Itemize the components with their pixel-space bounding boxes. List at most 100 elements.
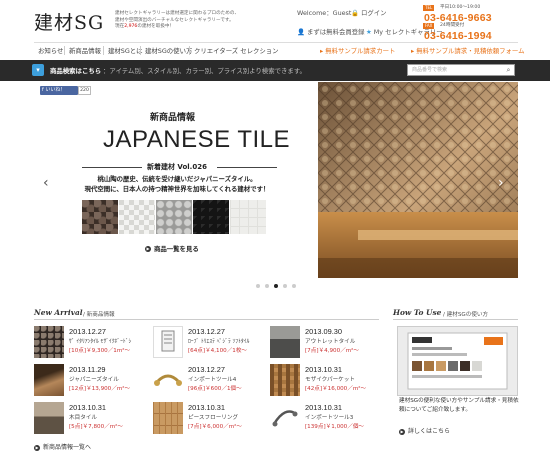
product-date: 2013.11.29: [69, 365, 106, 374]
product-price: [139点]￥1,000／個〜: [305, 424, 365, 430]
tel-block[interactable]: TEL 平日10:00〜19:00 03-6416-9663: [423, 4, 517, 24]
tile-swatch-white[interactable]: [119, 200, 155, 234]
document-icon: [161, 330, 175, 352]
product-name: 木目タイル: [69, 415, 97, 421]
product-price: [64点]￥4,100／1枚〜: [188, 348, 248, 354]
how-to-use-banner[interactable]: [397, 326, 518, 396]
tile-swatch-ivory[interactable]: [230, 200, 266, 234]
handle-icon: [272, 410, 298, 427]
product-date: 2013.10.31: [69, 403, 106, 412]
product-thumbnail: [153, 402, 183, 434]
guide-illustration: [407, 332, 508, 390]
product-date: 2013.10.31: [305, 365, 342, 374]
product-name: ｻﾞ ｲﾀﾘｱﾝﾀｲﾙ ﾓｻﾞｲｸﾎﾞｰﾄﾞｼ: [69, 339, 132, 345]
arrow-right-icon: ▶: [34, 444, 40, 451]
product-thumbnail: [153, 364, 183, 396]
tile-swatch-black[interactable]: [193, 200, 229, 234]
slide-dot[interactable]: [256, 284, 260, 288]
chevron-right-icon: ▸: [320, 47, 324, 55]
tile-swatch-brown[interactable]: [82, 200, 118, 234]
register-link[interactable]: 👤 まずは無料会員登録: [297, 27, 365, 36]
search-input[interactable]: 商品番号で検索: [407, 64, 515, 76]
sample-cart-link[interactable]: ▸ 無料サンプル請求カート: [320, 46, 395, 55]
product-price: [12点]￥13,900／m²〜: [69, 386, 131, 392]
product-item[interactable]: 2013.10.31 インポートツール3 [139点]￥1,000／個〜: [270, 402, 380, 436]
product-name: ピースフローリング: [188, 415, 239, 421]
new-arrival-more-link[interactable]: ▶ 新商品情報一覧へ: [34, 442, 91, 451]
slide-dot[interactable]: [283, 284, 287, 288]
chevron-down-icon[interactable]: ▾: [32, 64, 44, 76]
nav-item-howto[interactable]: 建材SGの使い方: [145, 46, 192, 55]
product-item[interactable]: 2013.12.27 ｻﾞ ｲﾀﾘｱﾝﾀｲﾙ ﾓｻﾞｲｸﾎﾞｰﾄﾞｼ [10点]…: [34, 326, 144, 360]
user-icon: 👤: [297, 28, 305, 36]
product-item[interactable]: 2013.10.31 モザイクパーケット [42点]￥16,000／m²〜: [270, 364, 380, 398]
product-item[interactable]: 2013.10.31 木目タイル [5点]￥7,800／m²〜: [34, 402, 144, 436]
thumbs-up-icon: f: [42, 87, 44, 93]
product-item[interactable]: 2013.11.29 ジャパニーズタイル [12点]￥13,900／m²〜: [34, 364, 144, 398]
hero-more-link[interactable]: ▶ 商品一覧を見る: [145, 244, 199, 253]
product-item[interactable]: 2013.12.27 インポートツール4 [96点]￥600／1個〜: [153, 364, 263, 398]
fax-block[interactable]: FAX 24時間受付 03-6416-1994: [423, 22, 517, 42]
slide-dot[interactable]: [292, 284, 296, 288]
product-price: [42点]￥16,000／m²〜: [305, 386, 367, 392]
product-name: ﾛｰﾌﾞ ﾄﾘｴｽﾃ ﾍﾟｼﾞﾗ ｿﾌﾄﾀｲﾙ: [188, 339, 250, 345]
hero-volume: 新着建材 Vol.026: [147, 163, 207, 171]
product-name: インポートツール3: [305, 415, 354, 421]
how-to-use-title: How To Use: [393, 308, 442, 317]
sample-form-label: 無料サンプル請求・見積依頼フォーム: [416, 47, 525, 55]
facebook-like-button[interactable]: f いいね！: [40, 86, 78, 95]
like-count: 220: [78, 86, 91, 95]
divider: [82, 167, 142, 168]
how-to-use-subtitle: / 建材SGの使い方: [443, 312, 489, 318]
product-price: [7点]￥4,900／m²〜: [305, 348, 360, 354]
nav-item-new-products[interactable]: 新商品情報: [69, 46, 101, 55]
nav-item-news[interactable]: お知らせ: [38, 46, 63, 55]
sample-form-link[interactable]: ▸ 無料サンプル請求・見積依頼フォーム: [411, 46, 525, 55]
hero-photo: [318, 82, 518, 278]
welcome-text: Welcome：Guest: [297, 9, 352, 17]
product-thumbnail: [270, 326, 300, 358]
product-date: 2013.09.30: [305, 327, 342, 336]
tel-tag: TEL: [423, 5, 435, 11]
product-date: 2013.12.27: [188, 365, 225, 374]
product-date: 2013.10.31: [305, 403, 342, 412]
slide-dot-active[interactable]: [274, 284, 278, 288]
hero-description: 桃山陶の歴史、伝統を受け継いだジャパニーズタイル。 現代空間に、日本人の持つ精神…: [72, 174, 282, 194]
product-thumbnail: [153, 326, 183, 358]
nav-item-about[interactable]: 建材SGとは: [108, 46, 143, 55]
product-thumbnail: [270, 402, 300, 434]
fax-tag: FAX: [423, 23, 435, 29]
hero-more-label: 商品一覧を見る: [154, 245, 199, 253]
nav-divider: [189, 46, 190, 55]
fax-number: 03-6416-1994: [424, 30, 492, 42]
product-item[interactable]: 2013.10.31 ピースフローリング [7点]￥6,000／m²〜: [153, 402, 263, 436]
search-description: ：アイテム別、スタイル別、カラー別、プライス別より検索できます。: [103, 67, 306, 75]
product-date: 2013.10.31: [188, 403, 225, 412]
main-nav: お知らせ 新商品情報 建材SGとは 建材SGの使い方 クリエイターズ セレクショ…: [34, 42, 525, 57]
product-price: [96点]￥600／1個〜: [188, 386, 242, 392]
product-thumbnail: [34, 364, 64, 396]
logo[interactable]: 建材SG: [34, 8, 104, 35]
product-count: 2,976: [124, 24, 138, 30]
product-item[interactable]: 2013.12.27 ﾛｰﾌﾞ ﾄﾘｴｽﾃ ﾍﾟｼﾞﾗ ｿﾌﾄﾀｲﾙ [64点]…: [153, 326, 263, 360]
product-item[interactable]: 2013.09.30 アウトレットタイル [7点]￥4,900／m²〜: [270, 326, 380, 360]
slide-dot[interactable]: [265, 284, 269, 288]
product-thumbnail: [270, 364, 300, 396]
prev-slide-icon[interactable]: ‹: [43, 175, 49, 191]
tile-swatch-grey[interactable]: [156, 200, 192, 234]
login-link[interactable]: 🔒 ログイン: [351, 8, 387, 17]
hero-description-line: 桃山陶の歴史、伝統を受け継いだジャパニーズタイル。: [97, 175, 257, 183]
hero-kicker: 新商品情報: [150, 113, 196, 123]
next-slide-icon[interactable]: ›: [498, 175, 504, 191]
product-name: ジャパニーズタイル: [69, 377, 119, 383]
tagline-line: 現在2,976の建材を取扱中！: [115, 24, 285, 31]
site-tagline: 建材セレクトギャラリーは建材選定に関わるプロのための、 建材や空間演出のバーチャ…: [115, 11, 285, 31]
sample-cart-label: 無料サンプル請求カート: [325, 47, 396, 55]
how-to-use-more-link[interactable]: ▶ 詳しくはこちら: [399, 426, 450, 435]
search-icon[interactable]: ⌕: [503, 65, 514, 75]
product-date: 2013.12.27: [69, 327, 106, 336]
lock-icon: 🔒: [351, 9, 359, 17]
nav-item-creators[interactable]: クリエイターズ セレクション: [194, 46, 279, 55]
product-name: インポートツール4: [188, 377, 237, 383]
search-lead[interactable]: 商品検索はこちら: [50, 66, 101, 75]
